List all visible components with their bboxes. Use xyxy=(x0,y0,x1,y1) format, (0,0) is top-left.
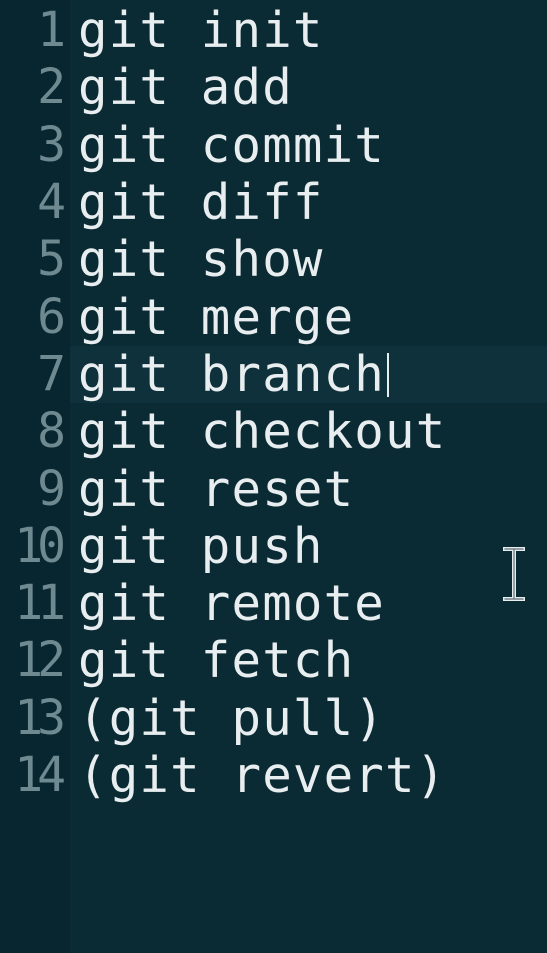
line-number: 12 xyxy=(14,632,66,689)
code-line-text[interactable]: git merge xyxy=(78,289,354,346)
line-number: 10 xyxy=(14,517,66,574)
line-number: 11 xyxy=(14,575,66,632)
code-line-text[interactable]: git reset xyxy=(78,461,354,518)
text-caret xyxy=(387,352,390,397)
code-line-text[interactable]: git diff xyxy=(78,174,324,231)
editor-line[interactable]: 11 git remote xyxy=(0,575,547,632)
line-number: 2 xyxy=(37,59,66,116)
code-line-text[interactable]: (git pull) xyxy=(78,690,385,747)
editor-lines[interactable]: 1 git init 2 git add 3 git commit 4 git … xyxy=(0,2,547,804)
editor-line[interactable]: 2 git add xyxy=(0,59,547,116)
current-code-line[interactable]: git branch xyxy=(78,346,390,403)
editor-line[interactable]: 1 git init xyxy=(0,2,547,59)
line-number: 4 xyxy=(37,174,66,231)
line-number: 7 xyxy=(37,345,66,402)
code-line-text[interactable]: git fetch xyxy=(78,632,354,689)
editor-line[interactable]: 9 git reset xyxy=(0,460,547,518)
line-number: 6 xyxy=(37,288,66,345)
code-line-text[interactable]: (git revert) xyxy=(78,747,446,804)
line-number: 14 xyxy=(14,747,66,803)
editor-line[interactable]: 4 git diff xyxy=(0,174,547,231)
editor-line[interactable]: 8 git checkout xyxy=(0,403,547,460)
code-line-text[interactable]: git branch xyxy=(78,346,385,403)
text-cursor-icon xyxy=(503,547,525,601)
editor-line[interactable]: 14 (git revert) xyxy=(0,747,547,804)
code-line-text[interactable]: git commit xyxy=(78,117,385,174)
editor-line[interactable]: 5 git show xyxy=(0,231,547,288)
current-editor-line[interactable]: 7 git branch xyxy=(0,345,547,404)
line-number: 1 xyxy=(37,2,66,59)
code-line-text[interactable]: git remote xyxy=(78,575,385,632)
line-number: 5 xyxy=(37,231,66,288)
code-line-text[interactable]: git checkout xyxy=(78,403,446,460)
line-number: 8 xyxy=(37,403,66,460)
editor-line[interactable]: 3 git commit xyxy=(0,117,547,174)
code-line-text[interactable]: git init xyxy=(78,2,324,59)
line-number: 3 xyxy=(37,116,66,173)
editor-line[interactable]: 10 git push xyxy=(0,518,547,575)
code-line-text[interactable]: git push xyxy=(78,518,324,575)
code-editor[interactable]: 1 git init 2 git add 3 git commit 4 git … xyxy=(0,0,547,953)
editor-line[interactable]: 6 git merge xyxy=(0,288,547,346)
line-number: 9 xyxy=(37,460,66,517)
line-number: 13 xyxy=(14,689,66,746)
editor-line[interactable]: 12 git fetch xyxy=(0,632,547,689)
code-line-text[interactable]: git show xyxy=(78,231,324,288)
code-line-text[interactable]: git add xyxy=(78,59,293,116)
editor-line[interactable]: 13 (git pull) xyxy=(0,690,547,747)
